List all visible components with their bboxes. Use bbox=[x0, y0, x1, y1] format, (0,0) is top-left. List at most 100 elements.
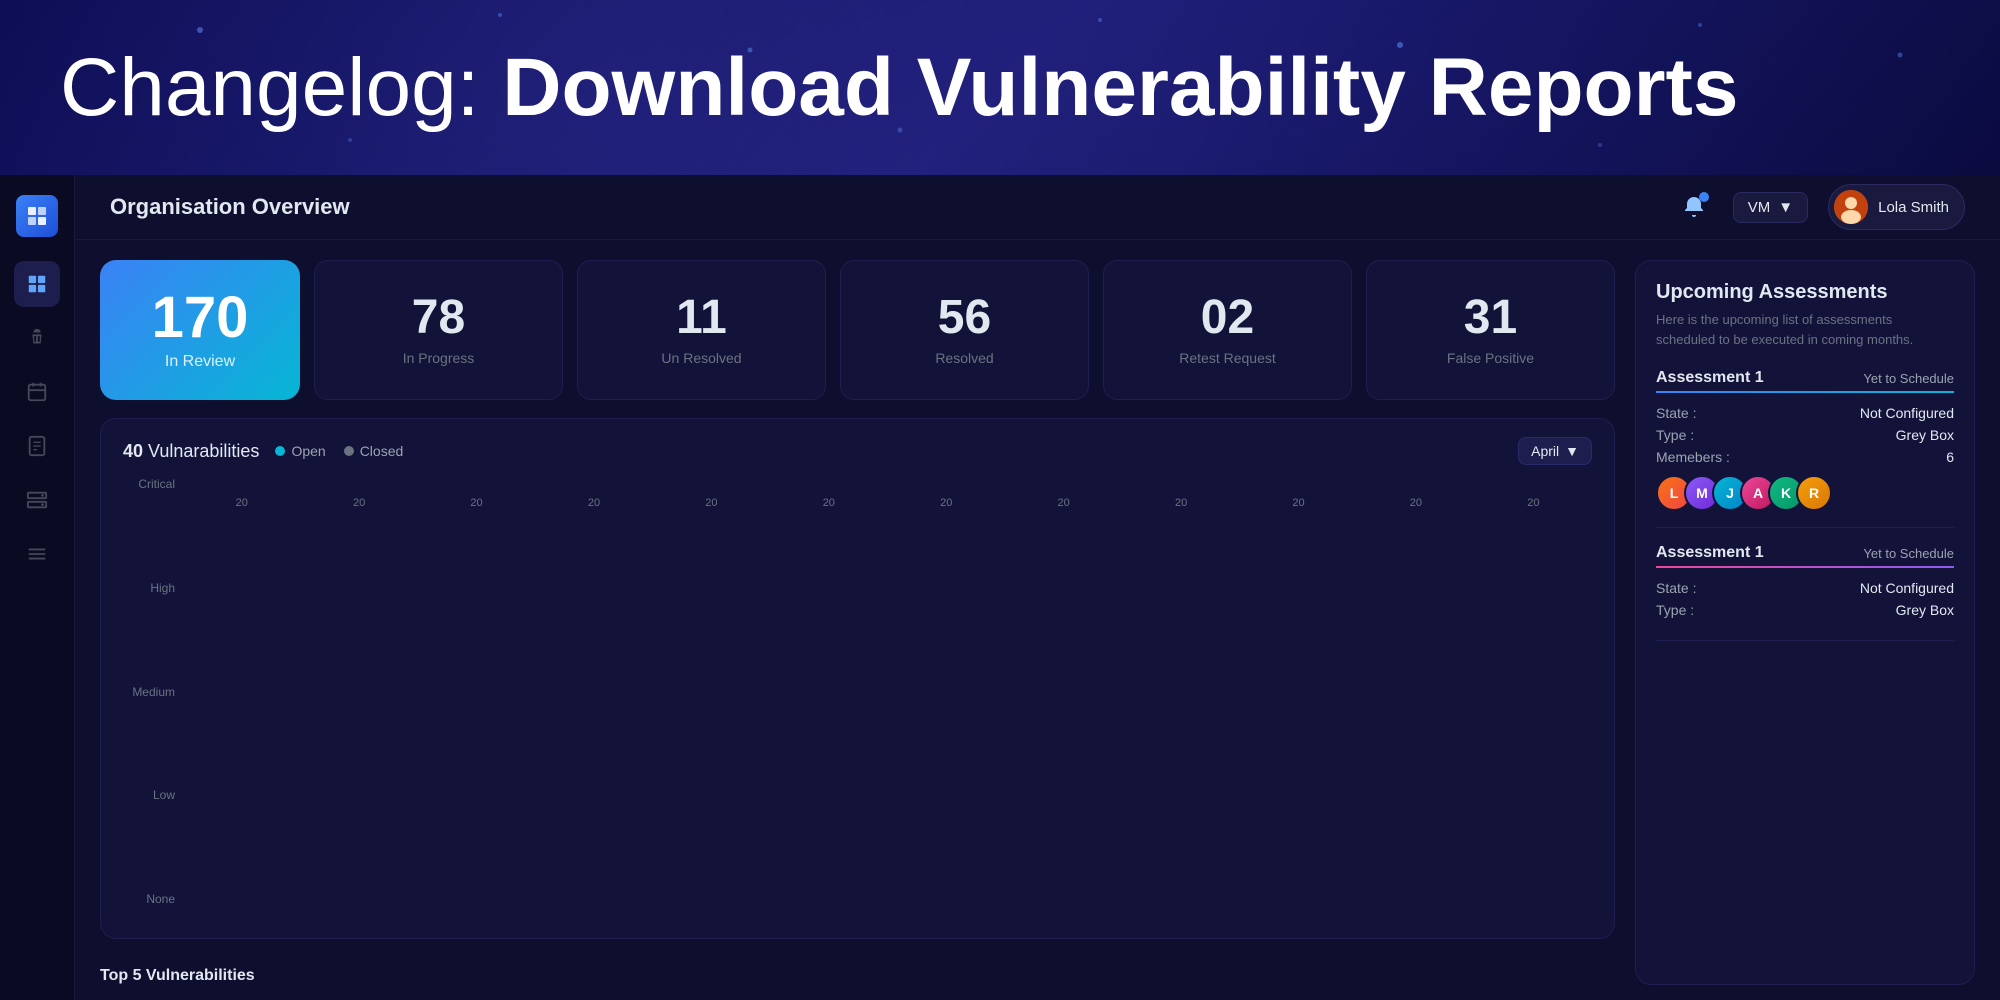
state-label-2: State : bbox=[1656, 580, 1696, 596]
stat-card-retest: 02 Retest Request bbox=[1103, 260, 1352, 400]
sidebar-item-menu[interactable] bbox=[14, 531, 60, 577]
assessment-1-type-row: Type : Grey Box bbox=[1656, 427, 1954, 443]
stat-card-false-positive: 31 False Positive bbox=[1366, 260, 1615, 400]
left-panel: 170 In Review 78 In Progress 11 Un Resol… bbox=[100, 260, 1615, 985]
stat-card-resolved: 56 Resolved bbox=[840, 260, 1089, 400]
sidebar-logo[interactable] bbox=[16, 195, 58, 237]
stats-row: 170 In Review 78 In Progress 11 Un Resol… bbox=[100, 260, 1615, 400]
header-title: Organisation Overview bbox=[110, 194, 350, 220]
assessment-2-underline bbox=[1656, 566, 1954, 568]
stat-number-false-positive: 31 bbox=[1464, 294, 1517, 342]
assessments-card: Upcoming Assessments Here is the upcomin… bbox=[1635, 260, 1975, 985]
assessment-1-header: Assessment 1 Yet to Schedule bbox=[1656, 369, 1954, 387]
assessment-2-state-row: State : Not Configured bbox=[1656, 580, 1954, 596]
stat-label-retest: Retest Request bbox=[1179, 350, 1276, 366]
assessment-1-state-value: Not Configured bbox=[1860, 405, 1954, 421]
banner-title: Changelog: Download Vulnerability Report… bbox=[60, 41, 1738, 135]
open-dot bbox=[275, 446, 285, 456]
member-avatar-6: R bbox=[1796, 475, 1832, 511]
right-panel: Upcoming Assessments Here is the upcomin… bbox=[1635, 260, 1975, 985]
chart-legend: Open Closed bbox=[275, 443, 403, 459]
chart-header: 40 Vulnarabilities Open Closed bbox=[123, 437, 1592, 465]
assessments-title: Upcoming Assessments bbox=[1656, 281, 1954, 304]
legend-closed-label: Closed bbox=[360, 443, 404, 459]
assessment-item-2: Assessment 1 Yet to Schedule State : Not… bbox=[1656, 544, 1954, 641]
sidebar-item-dashboard[interactable] bbox=[14, 261, 60, 307]
main-layout: Organisation Overview VM ▼ bbox=[0, 175, 2000, 1000]
assessment-1-avatars: L M J A K R bbox=[1656, 475, 1954, 511]
stat-main-label: In Review bbox=[165, 353, 235, 371]
x-label-9: 20 bbox=[1240, 497, 1357, 509]
header: Organisation Overview VM ▼ bbox=[75, 175, 2000, 240]
stat-label-false-positive: False Positive bbox=[1447, 350, 1534, 366]
y-label-none: None bbox=[123, 892, 183, 906]
bottom-left-label: Top 5 Vulnerabilities bbox=[100, 967, 255, 985]
type-label-2: Type : bbox=[1656, 602, 1694, 618]
sidebar bbox=[0, 175, 75, 1000]
notification-badge bbox=[1699, 192, 1709, 202]
stat-label-in-progress: In Progress bbox=[403, 350, 475, 366]
banner: Changelog: Download Vulnerability Report… bbox=[0, 0, 2000, 175]
assessment-1-members-count: 6 bbox=[1946, 449, 1954, 465]
x-label-3: 20 bbox=[535, 497, 652, 509]
sidebar-item-calendar[interactable] bbox=[14, 369, 60, 415]
x-label-1: 20 bbox=[300, 497, 417, 509]
members-label: Memebers : bbox=[1656, 449, 1730, 465]
x-label-5: 20 bbox=[770, 497, 887, 509]
sidebar-item-servers[interactable] bbox=[14, 477, 60, 523]
x-label-6: 20 bbox=[888, 497, 1005, 509]
y-label-critical: Critical bbox=[123, 477, 183, 491]
month-label: April bbox=[1531, 443, 1559, 459]
chart-x-labels: 202020202020202020202020 bbox=[183, 497, 1592, 509]
chart-body: Critical High Medium Low None bbox=[123, 477, 1592, 926]
bottom-labels: Top 5 Vulnerabilities bbox=[100, 957, 1615, 985]
chevron-down-icon: ▼ bbox=[1778, 199, 1793, 216]
x-label-10: 20 bbox=[1357, 497, 1474, 509]
assessment-2-name: Assessment 1 bbox=[1656, 544, 1764, 562]
assessment-2-status: Yet to Schedule bbox=[1863, 546, 1954, 561]
month-dropdown[interactable]: April ▼ bbox=[1518, 437, 1592, 465]
assessment-1-type-value: Grey Box bbox=[1896, 427, 1954, 443]
state-label: State : bbox=[1656, 405, 1696, 421]
user-avatar bbox=[1834, 190, 1868, 224]
vm-label: VM bbox=[1748, 199, 1771, 216]
assessment-2-state-value: Not Configured bbox=[1860, 580, 1954, 596]
stat-number-unresolved: 11 bbox=[676, 294, 727, 342]
assessment-1-name: Assessment 1 bbox=[1656, 369, 1764, 387]
sidebar-item-bugs[interactable] bbox=[14, 315, 60, 361]
y-label-low: Low bbox=[123, 788, 183, 802]
stat-label-resolved: Resolved bbox=[935, 350, 993, 366]
chart-bars-container: 202020202020202020202020 bbox=[183, 477, 1592, 926]
assessment-1-members-row: Memebers : 6 bbox=[1656, 449, 1954, 465]
stat-main-card: 170 In Review bbox=[100, 260, 300, 400]
stat-number-retest: 02 bbox=[1201, 294, 1254, 342]
y-label-high: High bbox=[123, 581, 183, 595]
notification-icon[interactable] bbox=[1675, 188, 1713, 226]
x-label-8: 20 bbox=[1122, 497, 1239, 509]
assessment-item-1: Assessment 1 Yet to Schedule State : Not… bbox=[1656, 369, 1954, 528]
chart-y-axis: Critical High Medium Low None bbox=[123, 477, 183, 926]
chart-section: 40 Vulnarabilities Open Closed bbox=[100, 418, 1615, 939]
header-right: VM ▼ Lola Smith bbox=[1675, 184, 1965, 230]
user-name: Lola Smith bbox=[1878, 199, 1949, 216]
legend-closed: Closed bbox=[344, 443, 404, 459]
assessment-1-underline bbox=[1656, 391, 1954, 393]
assessments-subtitle: Here is the upcoming list of assessments… bbox=[1656, 310, 1954, 349]
legend-open-label: Open bbox=[291, 443, 325, 459]
chart-bars-area bbox=[183, 477, 1592, 497]
vm-dropdown[interactable]: VM ▼ bbox=[1733, 192, 1808, 223]
chevron-down-icon: ▼ bbox=[1565, 443, 1579, 459]
assessment-2-type-value: Grey Box bbox=[1896, 602, 1954, 618]
type-label: Type : bbox=[1656, 427, 1694, 443]
stat-card-in-progress: 78 In Progress bbox=[314, 260, 563, 400]
x-label-0: 20 bbox=[183, 497, 300, 509]
x-label-2: 20 bbox=[418, 497, 535, 509]
stat-number-in-progress: 78 bbox=[412, 294, 465, 342]
banner-title-prefix: Changelog: bbox=[60, 42, 502, 133]
user-profile[interactable]: Lola Smith bbox=[1828, 184, 1965, 230]
stat-label-unresolved: Un Resolved bbox=[661, 350, 741, 366]
assessment-2-header: Assessment 1 Yet to Schedule bbox=[1656, 544, 1954, 562]
closed-dot bbox=[344, 446, 354, 456]
x-label-7: 20 bbox=[1005, 497, 1122, 509]
sidebar-item-reports[interactable] bbox=[14, 423, 60, 469]
